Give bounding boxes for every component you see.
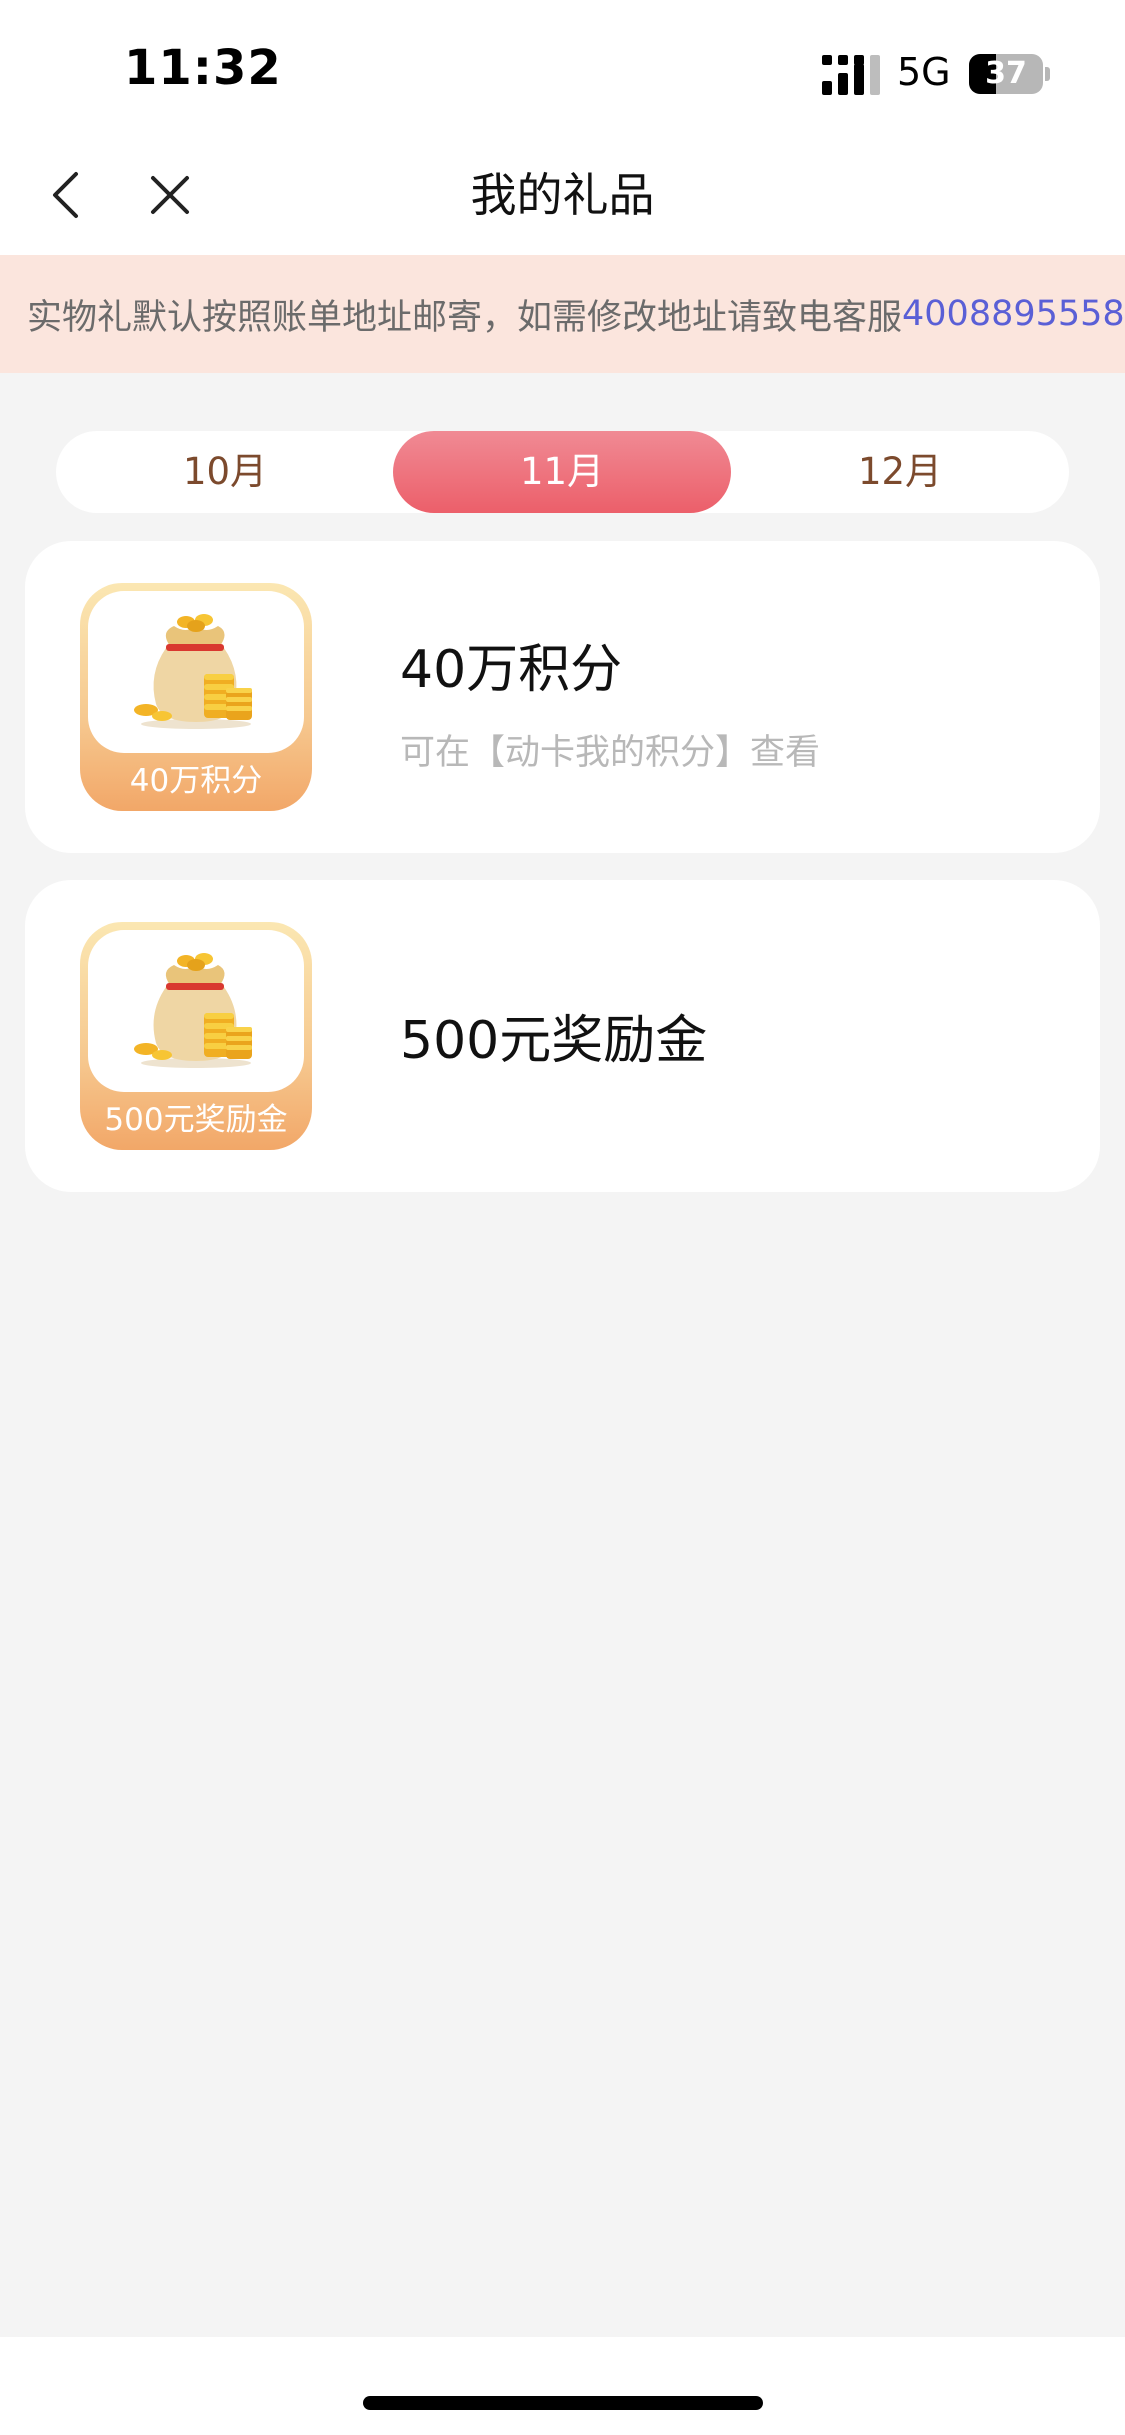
month-tabs: 10月 11月 12月 [56,431,1069,513]
money-bag-coins-icon [134,953,252,1068]
battery-icon: 37 [969,54,1050,94]
gift-thumbnail-label: 40万积分 [129,763,263,799]
close-button[interactable] [145,160,195,230]
notice-text: 实物礼默认按照账单地址邮寄，如需修改地址请致电客服 [27,297,903,338]
address-notice-banner: 实物礼默认按照账单地址邮寄，如需修改地址请致电客服 4008895558 [0,255,1125,373]
cellular-signal-icon [822,55,880,95]
gift-thumbnail: 40万积分 [80,583,312,811]
close-icon [151,176,189,214]
tab-december[interactable]: 12月 [731,431,1069,513]
battery-level: 37 [985,56,1027,91]
status-time: 11:32 [124,40,282,96]
money-bag-coins-icon [134,614,252,729]
gift-name: 500元奖励金 [400,1011,708,1071]
gift-card[interactable]: 500元奖励金 500元奖励金 [25,880,1100,1192]
battery-body: 37 [969,54,1043,94]
gift-card[interactable]: 40万积分 40万积分 可在【动卡我的积分】查看 [25,541,1100,853]
gift-thumbnail-label: 500元奖励金 [104,1102,288,1138]
home-indicator[interactable] [363,2396,763,2410]
gift-thumbnail-image [88,930,304,1092]
nav-bar: 我的礼品 [0,135,1125,255]
bottom-safe-area [0,2337,1125,2435]
gift-thumbnail: 500元奖励金 [80,922,312,1150]
gift-name: 40万积分 [400,640,623,700]
chevron-left-icon [53,172,78,218]
network-type: 5G [897,50,951,94]
back-button[interactable] [40,160,90,230]
tab-october[interactable]: 10月 [56,431,394,513]
gift-description: 可在【动卡我的积分】查看 [400,733,821,773]
status-bar: 11:32 5G 37 [0,0,1125,135]
gifts-page: 11:32 5G 37 我的礼品 实物礼默认按照账单地址邮寄，如需修改地址请致电… [0,0,1125,2435]
tab-november[interactable]: 11月 [393,431,731,513]
gift-thumbnail-image [88,591,304,753]
battery-tip [1045,67,1050,81]
service-phone-link[interactable]: 4008895558 [902,294,1125,334]
